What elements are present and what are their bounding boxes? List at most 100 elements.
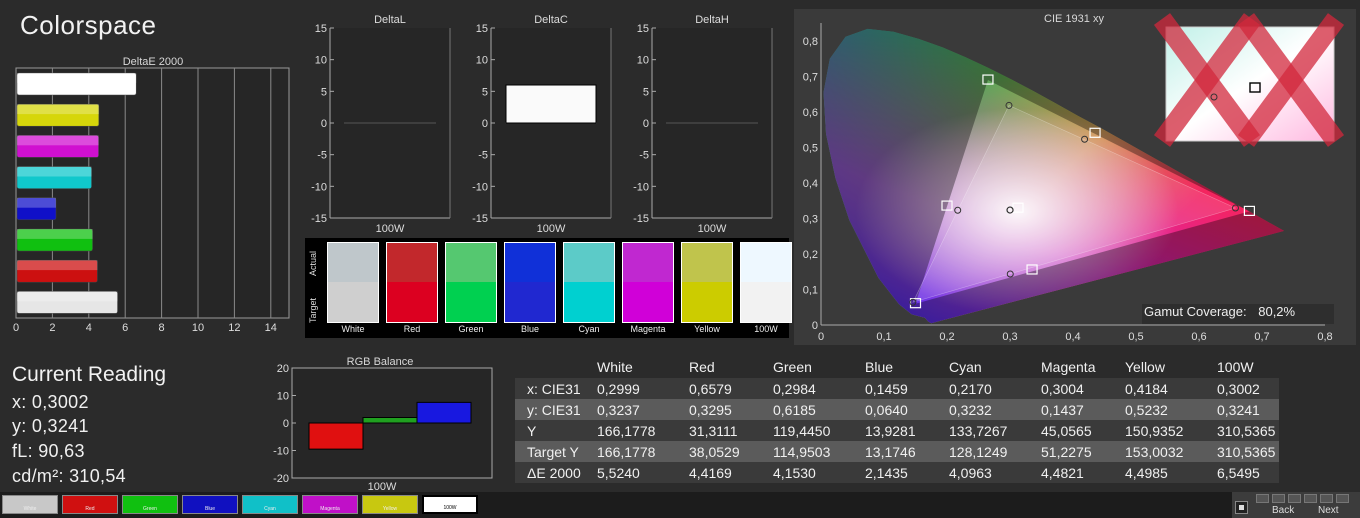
swatch-target	[622, 282, 674, 323]
delta-y-tick: 0	[321, 118, 327, 130]
swatch-label: 100W	[754, 324, 778, 334]
table-cell: 0,1459	[853, 378, 937, 399]
pattern-swatch-green[interactable]: Green	[122, 495, 178, 514]
delta-y-tick: 10	[315, 55, 327, 67]
table-cell: 0,5232	[1113, 399, 1205, 420]
target-label: Target	[308, 297, 318, 323]
table-row: y: CIE31 0,3237 0,3295 0,6185 0,0640 0,3232 0,…	[515, 399, 1279, 420]
deltae-bar-highlight	[17, 260, 98, 271]
gamut-coverage-label: Gamut Coverage:	[1144, 304, 1247, 319]
rgb-category-label: 100W	[368, 481, 397, 492]
nav-mini-button-3[interactable]	[1288, 494, 1301, 503]
swatch-green: Green	[445, 242, 497, 334]
swatch-100w: 100W	[740, 242, 792, 334]
table-cell: 4,1530	[761, 462, 853, 483]
cie-y-tick: 0	[812, 320, 818, 332]
navigation-panel: Back Next	[1232, 492, 1360, 518]
table-cell: 0,2984	[761, 378, 853, 399]
swatch-actual	[445, 242, 497, 283]
table-cell: 310,5365	[1205, 420, 1279, 441]
pattern-swatch-label: White	[23, 506, 37, 512]
deltae-x-tick: 10	[192, 322, 204, 334]
cie-x-tick: 0,2	[939, 331, 954, 343]
table-cell: 153,0032	[1113, 441, 1205, 462]
nav-mini-button-2[interactable]	[1272, 494, 1285, 503]
cie-x-tick: 0,3	[1002, 331, 1017, 343]
pattern-swatch-blue[interactable]: Blue	[182, 495, 238, 514]
delta-y-tick: -10	[472, 181, 488, 193]
swatch-label: Yellow	[694, 324, 720, 334]
pattern-swatch-white[interactable]: White	[2, 495, 58, 514]
pattern-swatch-100w[interactable]: 100W	[422, 495, 478, 514]
delta-y-tick: 10	[476, 55, 488, 67]
table-cell: 5,5240	[585, 462, 677, 483]
swatch-target	[327, 282, 379, 323]
delta-y-tick: -15	[633, 213, 649, 225]
reading-x: x: 0,3002	[12, 392, 89, 412]
swatch-actual	[386, 242, 438, 283]
pattern-swatch-magenta[interactable]: Magenta	[302, 495, 358, 514]
delta-y-tick: 0	[643, 118, 649, 130]
back-button[interactable]: Back	[1272, 505, 1294, 516]
swatch-target	[386, 282, 438, 323]
pattern-swatch-label: Blue	[204, 506, 215, 512]
delta-y-tick: -10	[311, 181, 327, 193]
delta-y-tick: 15	[476, 23, 488, 35]
delta-bar	[505, 84, 597, 124]
table-cell: 4,4169	[677, 462, 761, 483]
delta-y-tick: 0	[482, 118, 488, 130]
nav-mini-button-6[interactable]	[1336, 494, 1349, 503]
table-cell: 0,3232	[937, 399, 1029, 420]
table-cell: 2,1435	[853, 462, 937, 483]
pattern-swatch-red[interactable]: Red	[62, 495, 118, 514]
table-cell: 119,4450	[761, 420, 853, 441]
cie-y-tick: 0,1	[803, 285, 818, 297]
deltae-bar-highlight	[17, 104, 99, 115]
nav-mini-button-5[interactable]	[1320, 494, 1333, 503]
table-row-label: Target Y	[515, 441, 585, 462]
deltae-x-tick: 12	[228, 322, 240, 334]
deltae-bar-highlight	[17, 197, 57, 208]
pattern-swatch-label: Green	[143, 506, 157, 512]
delta-y-tick: 10	[637, 55, 649, 67]
cie-y-tick: 0,5	[803, 143, 818, 155]
pattern-swatch-cyan[interactable]: Cyan	[242, 495, 298, 514]
nav-mini-button-4[interactable]	[1304, 494, 1317, 503]
pattern-swatch-yellow[interactable]: Yellow	[362, 495, 418, 514]
table-cell: 133,7267	[937, 420, 1029, 441]
delta-panel-title: DeltaC	[534, 14, 568, 26]
pattern-swatch-label: Red	[85, 506, 95, 512]
rgb-bar-green	[362, 417, 418, 424]
swatch-target	[504, 282, 556, 323]
swatch-target	[563, 282, 615, 323]
table-header-cell: Blue	[853, 356, 937, 378]
table-row: Y 166,1778 31,3111 119,4450 13,9281 133,7267 4…	[515, 420, 1279, 441]
stop-button[interactable]	[1235, 501, 1248, 514]
deltae-x-tick: 0	[13, 322, 19, 334]
swatch-target	[445, 282, 497, 323]
rgb-y-tick: 10	[277, 391, 289, 403]
nav-mini-button-1[interactable]	[1256, 494, 1269, 503]
table-row: x: CIE31 0,2999 0,6579 0,2984 0,1459 0,2170 0,…	[515, 378, 1279, 399]
deltae-x-tick: 8	[159, 322, 165, 334]
delta-y-tick: 5	[643, 86, 649, 98]
cie-panel: CIE 1931 xy 0 0,1 0,2 0,3 0,4 0,5 0,6 0,7 0,8 0,8…	[794, 9, 1356, 345]
swatch-actual	[504, 242, 556, 283]
swatch-label: Cyan	[578, 324, 600, 334]
swatch-target	[681, 282, 733, 323]
delta-category-label: 100W	[698, 223, 727, 232]
table-cell: 0,4184	[1113, 378, 1205, 399]
reading-y: y: 0,3241	[12, 416, 89, 436]
table-header-cell: Cyan	[937, 356, 1029, 378]
deltae-x-tick: 14	[265, 322, 277, 334]
rgb-y-tick: 0	[283, 418, 289, 430]
delta-category-label: 100W	[376, 223, 405, 232]
next-button[interactable]: Next	[1318, 505, 1339, 516]
swatch-actual	[740, 242, 792, 283]
delta-y-tick: -15	[311, 213, 327, 225]
table-cell: 0,6579	[677, 378, 761, 399]
pattern-swatch-bar: White Red Green Blue Cyan Magenta Yellow 100W	[0, 492, 1360, 518]
deltae-x-tick: 6	[122, 322, 128, 334]
swatch-actual	[622, 242, 674, 283]
measurement-table: White Red Green Blue Cyan Magenta Yellow 100W x:…	[515, 356, 1279, 483]
